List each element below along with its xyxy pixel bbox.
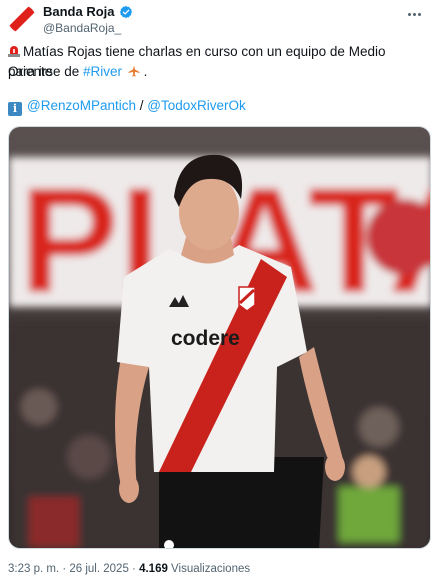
more-dot-icon (412, 12, 416, 16)
display-name[interactable]: Banda Roja (43, 4, 115, 19)
tweet-text-prefix: para irse de (8, 64, 84, 79)
handle[interactable]: @BandaRoja_ (43, 21, 121, 35)
info-emoji-icon: i (8, 102, 22, 116)
tweet-time-link[interactable]: 3:23 p. m. (8, 563, 59, 575)
meta-separator: · (59, 563, 70, 575)
hashtag-link[interactable]: #River (83, 64, 122, 79)
tweet-text-suffix: . (139, 64, 148, 79)
author-name-row[interactable]: Banda Roja (43, 4, 133, 19)
red-diagonal-stripe-logo-icon (8, 5, 36, 33)
more-options-button[interactable] (404, 6, 424, 22)
more-dot-icon (417, 12, 421, 16)
tweet-card[interactable]: Banda Roja @BandaRoja_ Matías Rojas tien… (0, 0, 438, 578)
verified-badge-icon (119, 5, 132, 18)
credits-separator: / (136, 98, 148, 113)
more-dot-icon (407, 12, 411, 16)
credit-link-2[interactable]: @TodoxRiverOk (147, 98, 245, 113)
avatar[interactable] (8, 5, 36, 33)
airplane-emoji-icon (128, 63, 140, 77)
meta-separator: · (128, 563, 140, 575)
credit-link-1[interactable]: @RenzoMPantich (27, 98, 136, 113)
tweet-date-link[interactable]: 26 jul. 2025 (69, 563, 128, 575)
views-label: Visualizaciones (167, 563, 251, 575)
tweet-media-photo[interactable]: PLATA (8, 126, 431, 549)
player-photo-icon: PLATA (9, 127, 430, 548)
tweet-text-line-2: para irse de #River . (8, 62, 433, 82)
jersey-sponsor: codere (171, 327, 240, 350)
views-count[interactable]: 4.169 (139, 563, 168, 575)
tweet-metadata: 3:23 p. m. · 26 jul. 2025 · 4.169 Visual… (8, 563, 250, 575)
credits-line: i @RenzoMPantich / @TodoxRiverOk (8, 96, 433, 116)
siren-emoji-icon (8, 43, 20, 57)
